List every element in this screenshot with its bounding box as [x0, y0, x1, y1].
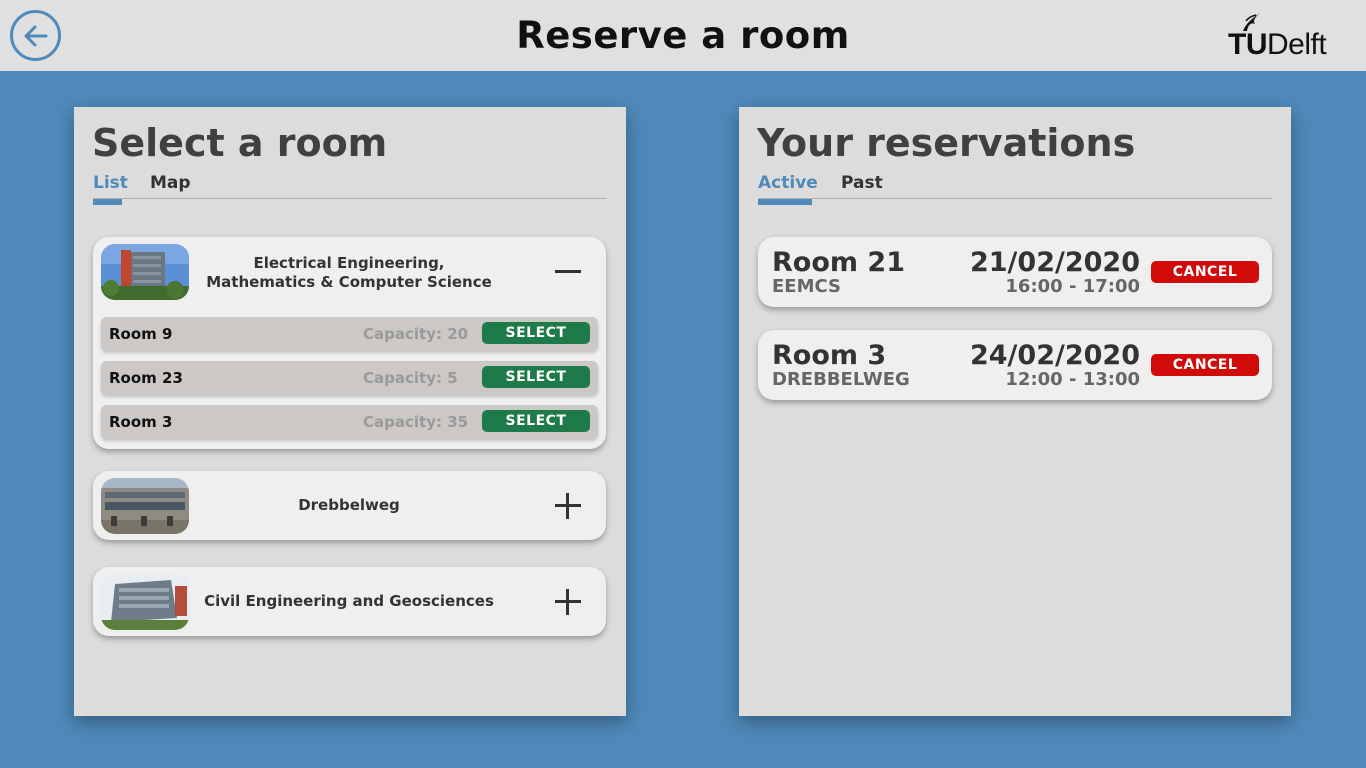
reservation-card: Room 21 EEMCS 21/02/2020 16:00 - 17:00 C… — [758, 237, 1272, 307]
tudelft-logo: TUDelft — [1228, 12, 1356, 62]
reservation-card: Room 3 DREBBELWEG 24/02/2020 12:00 - 13:… — [758, 330, 1272, 400]
expand-button[interactable] — [553, 587, 583, 617]
reservation-time: 12:00 - 13:00 — [1005, 369, 1140, 390]
cancel-reservation-button[interactable]: CANCEL — [1151, 354, 1259, 376]
panel-title: Select a room — [92, 121, 388, 165]
active-tab-indicator — [93, 199, 122, 205]
room-capacity: Capacity: 35 — [363, 413, 469, 431]
panel-title: Your reservations — [757, 121, 1136, 165]
tab-list[interactable]: List — [93, 173, 128, 193]
select-room-button[interactable]: SELECT — [482, 366, 590, 388]
room-name: Room 3 — [109, 413, 173, 431]
app-header: Reserve a room TUDelft — [0, 0, 1366, 71]
room-capacity: Capacity: 5 — [363, 369, 458, 387]
reservation-time: 16:00 - 17:00 — [1005, 276, 1140, 297]
reservation-building: EEMCS — [772, 276, 842, 297]
room-capacity: Capacity: 20 — [363, 325, 469, 343]
select-room-button[interactable]: SELECT — [482, 410, 590, 432]
room-row: Room 3 Capacity: 35 SELECT — [101, 405, 598, 439]
tab-active[interactable]: Active — [758, 173, 818, 193]
cancel-reservation-button[interactable]: CANCEL — [1151, 261, 1259, 283]
collapse-button[interactable] — [553, 257, 583, 287]
room-view-tabs: List Map — [93, 173, 607, 205]
building-name: Electrical Engineering, Mathematics & Co… — [206, 254, 492, 291]
expand-button[interactable] — [553, 491, 583, 521]
building-photo — [101, 478, 189, 534]
reservation-date: 24/02/2020 — [969, 340, 1140, 371]
room-row: Room 9 Capacity: 20 SELECT — [101, 317, 598, 351]
room-name: Room 23 — [109, 369, 183, 387]
reservations-panel: Your reservations Active Past Room 21 EE… — [739, 107, 1291, 716]
building-card-eemcs: Electrical Engineering, Mathematics & Co… — [93, 237, 606, 449]
building-card-drebbelweg[interactable]: Drebbelweg — [93, 471, 606, 540]
building-photo — [101, 244, 189, 300]
active-tab-indicator — [758, 199, 812, 205]
select-room-panel: Select a room List Map Electrical Engine… — [74, 107, 626, 716]
reservation-building: DREBBELWEG — [772, 369, 910, 390]
building-card-civil-engineering[interactable]: Civil Engineering and Geosciences — [93, 567, 606, 636]
select-room-button[interactable]: SELECT — [482, 322, 590, 344]
tab-map[interactable]: Map — [150, 173, 191, 193]
reservation-room: Room 3 — [772, 340, 887, 371]
building-name: Civil Engineering and Geosciences — [204, 592, 494, 610]
reservation-room: Room 21 — [772, 247, 905, 278]
reservation-tabs: Active Past — [758, 173, 1272, 205]
reservation-date: 21/02/2020 — [969, 247, 1140, 278]
room-row: Room 23 Capacity: 5 SELECT — [101, 361, 598, 395]
building-photo — [101, 574, 189, 630]
room-name: Room 9 — [109, 325, 173, 343]
minus-icon — [555, 270, 581, 273]
tab-past[interactable]: Past — [841, 173, 883, 193]
page-title: Reserve a room — [516, 14, 850, 57]
building-name: Drebbelweg — [298, 496, 400, 514]
